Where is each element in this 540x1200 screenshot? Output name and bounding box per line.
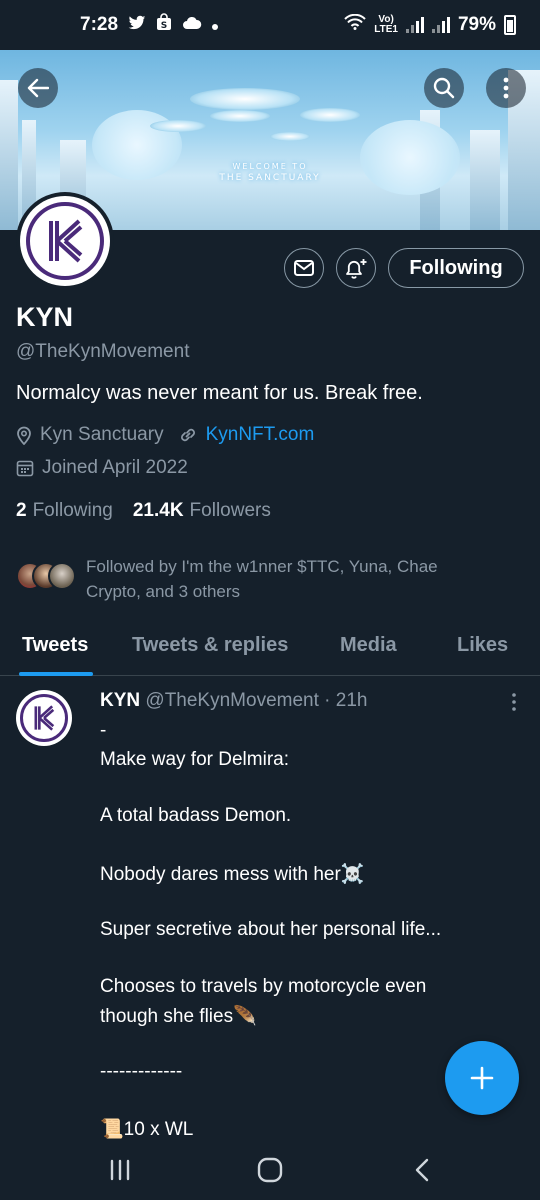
signal-icon-2 — [431, 17, 450, 33]
profile-location: Kyn Sanctuary — [40, 424, 164, 445]
plus-icon — [470, 1066, 494, 1090]
wifi-icon — [344, 13, 366, 36]
profile-tabs: Tweets Tweets & replies Media Likes — [0, 620, 540, 676]
follower-avatars — [16, 562, 78, 604]
following-button[interactable]: Following — [388, 248, 524, 288]
android-nav-bar — [0, 1140, 540, 1200]
tweet-text-line: Make way for Delmira: — [100, 749, 289, 770]
profile-avatar[interactable] — [16, 192, 114, 290]
link-icon — [178, 425, 198, 445]
tab-likes[interactable]: Likes — [457, 634, 508, 657]
bell-plus-icon — [346, 259, 367, 279]
followers-stat[interactable]: 21.4K Followers — [133, 500, 271, 522]
kyn-logo-small — [34, 705, 55, 731]
more-vertical-icon — [512, 693, 516, 711]
back-nav-button[interactable] — [402, 1156, 442, 1184]
followed-by[interactable]: Followed by I'm the w1nner $TTC, Yuna, C… — [16, 554, 516, 604]
battery-icon — [504, 15, 516, 35]
profile-meta-row: Kyn Sanctuary KynNFT.com — [16, 424, 314, 446]
tweet-text-line: ------------- — [100, 1061, 183, 1082]
tab-tweets-replies[interactable]: Tweets & replies — [132, 634, 288, 657]
profile-joined: Joined April 2022 — [42, 457, 188, 478]
more-vertical-icon — [503, 77, 509, 99]
tab-media[interactable]: Media — [340, 634, 397, 657]
tweet-avatar[interactable] — [16, 690, 72, 746]
battery-percent: 79% — [457, 14, 496, 35]
profile-stats: 2 Following 21.4K Followers — [16, 500, 271, 522]
status-bar: 7:28 S Vo) LTE1 79% — [0, 0, 540, 50]
tweet-handle[interactable]: @TheKynMovement — [145, 690, 318, 711]
followed-by-text: Followed by I'm the w1nner $TTC, Yuna, C… — [86, 557, 438, 601]
recent-apps-button[interactable] — [100, 1156, 140, 1184]
banner-caption: WELCOME TO THE SANCTUARY — [219, 162, 321, 183]
signal-icon — [405, 17, 424, 33]
profile-name: KYN — [16, 302, 74, 332]
back-button[interactable] — [18, 68, 58, 108]
compose-tweet-button[interactable] — [445, 1041, 519, 1115]
search-icon — [433, 77, 455, 99]
dot-icon — [212, 14, 219, 36]
network-type: Vo) LTE1 — [374, 14, 398, 35]
tweet-text-line: Nobody dares mess with her☠️ — [100, 864, 365, 885]
twitter-icon — [128, 15, 146, 36]
profile-joined-row: Joined April 2022 — [16, 457, 188, 479]
search-button[interactable] — [424, 68, 464, 108]
back-chevron-icon — [415, 1158, 429, 1182]
tab-tweets[interactable]: Tweets — [22, 634, 88, 657]
message-button[interactable] — [284, 248, 324, 288]
tweet-text-line: Super secretive about her personal life.… — [100, 919, 442, 940]
kyn-logo — [49, 219, 83, 263]
tweet-text-line: Chooses to travels by motorcycle even — [100, 976, 427, 997]
arrow-left-icon — [27, 78, 49, 98]
location-icon — [16, 425, 32, 445]
notifications-button[interactable] — [336, 248, 376, 288]
following-stat[interactable]: 2 Following — [16, 500, 113, 522]
tweet-header: KYN @TheKynMovement · 21h — [100, 690, 367, 712]
svg-text:S: S — [161, 21, 167, 31]
tweet-text-line: though she flies🪶 — [100, 1006, 257, 1027]
tweet-text-line: 📜10 x WL — [100, 1119, 194, 1140]
tweet-text-line: A total badass Demon. — [100, 805, 292, 826]
home-icon — [257, 1157, 283, 1183]
active-tab-indicator — [19, 672, 93, 676]
tweet-text-line: - — [100, 720, 107, 741]
tweet-author[interactable]: KYN — [100, 690, 140, 711]
tweet-time: · 21h — [324, 690, 368, 711]
calendar-icon — [16, 459, 34, 477]
mail-icon — [294, 260, 314, 276]
clock: 7:28 — [80, 14, 119, 35]
profile-bio: Normalcy was never meant for us. Break f… — [16, 382, 423, 404]
recent-apps-icon — [110, 1159, 130, 1181]
tweet-more-button[interactable] — [506, 692, 522, 712]
profile-handle: @TheKynMovement — [16, 341, 190, 362]
cloud-icon — [182, 14, 202, 36]
profile-website-link[interactable]: KynNFT.com — [206, 424, 315, 446]
home-button[interactable] — [250, 1156, 290, 1184]
shopping-icon: S — [156, 13, 172, 37]
more-options-button[interactable] — [486, 68, 526, 108]
